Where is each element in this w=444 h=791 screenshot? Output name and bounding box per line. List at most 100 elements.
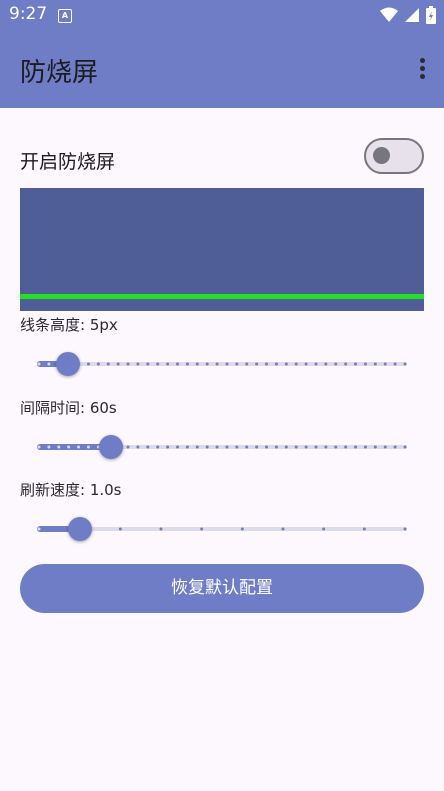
slider-tick [235,445,239,449]
slider-tick [363,362,367,366]
slider-tick [255,362,259,366]
slider-tick [363,445,367,449]
slider-tick [166,362,170,366]
slider-tick [274,362,278,366]
slider-tick [106,362,110,366]
burn-in-toggle-label: 开启防烧屏 [20,151,116,173]
slider-tick [175,445,179,449]
slider-tick [215,445,219,449]
slider-tick [383,362,387,366]
slider-tick [344,362,348,366]
more-vert-icon[interactable] [418,58,426,82]
slider-tick [284,445,288,449]
slider-tick [37,445,41,449]
slider-tick [225,445,229,449]
status-time: 9:27 [9,4,48,24]
signal-icon [405,8,419,22]
refresh-speed-label: 刷新速度: 1.0s [20,481,122,499]
slider-tick [281,527,285,531]
battery-icon [426,6,436,24]
reset-default-button[interactable]: 恢复默认配置 [20,564,424,613]
slider-tick [86,445,90,449]
slider-tick [265,362,269,366]
slider-tick [116,362,120,366]
slider-tick [146,362,150,366]
slider-tick [215,362,219,366]
slider-tick [393,362,397,366]
burn-in-toggle-row: 开启防烧屏 [20,138,424,180]
slider-tick [240,527,244,531]
slider-tick [362,527,366,531]
slider-tick [322,527,326,531]
slider-tick [200,527,204,531]
notification-a-icon: A [58,9,72,23]
slider-tick [324,362,328,366]
slider-tick [126,445,130,449]
slider-tick [294,362,298,366]
slider-tick [118,527,122,531]
slider-thumb[interactable] [67,517,92,541]
slider-tick [314,362,318,366]
slider-tick [373,445,377,449]
slider-tick [185,362,189,366]
slider-tick [354,362,358,366]
slider-tick [166,445,170,449]
slider-tick [96,362,100,366]
slider-tick [354,445,358,449]
slider-tick [294,445,298,449]
slider-tick [47,362,51,366]
burn-in-toggle-switch[interactable] [364,138,424,174]
slider-ticks [37,445,407,449]
slider-tick [403,527,407,531]
preview-line [20,294,424,299]
slider-tick [265,445,269,449]
slider-tick [274,445,278,449]
slider-tick [86,362,90,366]
slider-tick [156,445,160,449]
slider-tick [344,445,348,449]
status-icons [380,6,436,24]
slider-tick [205,362,209,366]
interval-label: 间隔时间: 60s [20,399,117,417]
slider-tick [37,527,41,531]
slider-tick [403,362,407,366]
slider-tick [304,362,308,366]
interval-slider[interactable] [37,432,407,462]
refresh-speed-slider[interactable] [37,514,407,544]
slider-tick [284,362,288,366]
slider-tick [393,445,397,449]
preview-box [20,188,424,311]
slider-tick [185,445,189,449]
slider-tick [146,445,150,449]
app-title: 防烧屏 [20,58,99,88]
slider-tick [245,362,249,366]
slider-tick [403,445,407,449]
line-height-label: 线条高度: 5px [20,316,118,334]
slider-tick [235,362,239,366]
slider-ticks [37,362,407,366]
slider-tick [136,362,140,366]
slider-tick [334,445,338,449]
slider-thumb[interactable] [56,352,81,376]
slider-tick [77,445,81,449]
slider-tick [57,445,61,449]
line-height-slider[interactable] [37,349,407,379]
slider-thumb[interactable] [99,435,123,459]
slider-tick [159,527,163,531]
slider-tick [373,362,377,366]
slider-tick [67,445,71,449]
status-bar: 9:27 A [0,0,444,30]
slider-tick [195,362,199,366]
slider-tick [47,445,51,449]
slider-tick [334,362,338,366]
slider-tick [245,445,249,449]
slider-ticks [37,527,407,531]
slider-tick [156,362,160,366]
slider-tick [136,445,140,449]
toggle-knob [373,147,390,164]
slider-tick [304,445,308,449]
slider-tick [205,445,209,449]
slider-tick [255,445,259,449]
slider-tick [175,362,179,366]
slider-tick [383,445,387,449]
